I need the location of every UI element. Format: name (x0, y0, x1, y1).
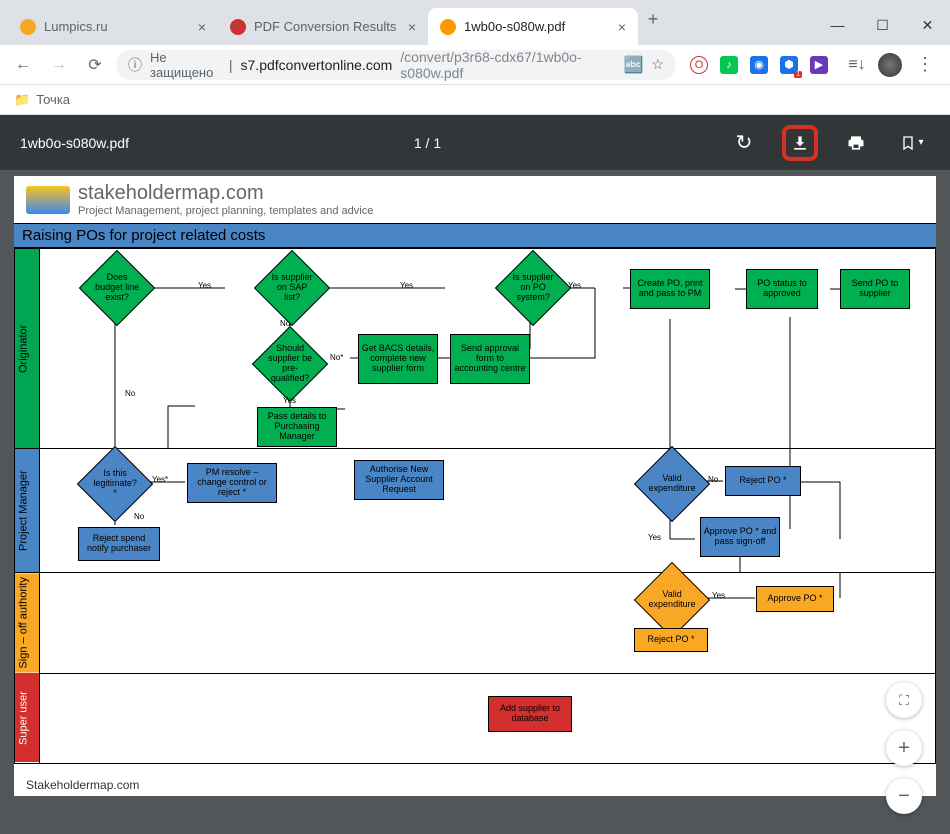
lane-signoff: Sign – off authority (15, 573, 40, 674)
node-create-po: Create PO, print and pass to PM (630, 269, 710, 309)
stakeholder-logo (26, 186, 70, 214)
tab-title: PDF Conversion Results (254, 19, 400, 34)
print-icon (846, 133, 866, 153)
lane-originator-body: Does budget line exist? Yes No Is suppli… (40, 249, 936, 449)
bookmark-item[interactable]: Точка (36, 92, 70, 107)
lane-signoff-body: Valid expenditure Yes Approve PO * Rejec… (40, 573, 936, 674)
node-po-status: PO status to approved (746, 269, 818, 309)
profile-avatar[interactable] (878, 53, 902, 77)
node-reject-po-pm: Reject PO * (725, 466, 801, 496)
node-send-approval: Send approval form to accounting centre (450, 334, 530, 384)
print-button[interactable] (838, 125, 874, 161)
chart-title: Raising POs for project related costs (14, 223, 936, 248)
tab-title: Lumpics.ru (44, 19, 190, 34)
extensions: O ♪ ◉ ⬢1 ▶ (682, 56, 836, 74)
tab-lumpics[interactable]: Lumpics.ru × (8, 8, 218, 45)
star-icon[interactable]: ☆ (651, 56, 664, 73)
node-approve-po-pm: Approve PO * and pass sign-off (700, 517, 780, 557)
bookmark-icon (900, 134, 916, 152)
pdf-filename: 1wb0o-s080w.pdf (20, 135, 129, 151)
node-sap-list: Is supplier on SAP list? (254, 250, 330, 326)
close-icon[interactable]: × (408, 19, 416, 35)
opera-icon[interactable]: O (690, 56, 708, 74)
info-icon: ⓘ (128, 55, 142, 75)
address-bar[interactable]: ⓘ Не защищено | s7.pdfconvertonline.com /… (116, 50, 676, 80)
zoom-controls: ⛶ + − (886, 682, 922, 814)
node-reject-po-so: Reject PO * (634, 628, 708, 652)
reading-list-icon[interactable]: ≡↓ (842, 50, 872, 80)
pdf-page: stakeholdermap.com Project Management, p… (14, 176, 936, 796)
download-icon (790, 133, 810, 153)
pdf-favicon: PDF (230, 19, 246, 35)
ext-icon-purple[interactable]: ▶ (810, 56, 828, 74)
node-add-supplier: Add supplier to database (488, 696, 572, 732)
lumpics-favicon (20, 19, 36, 35)
zoom-in-button[interactable]: + (886, 730, 922, 766)
separator: | (229, 57, 233, 73)
new-tab-button[interactable]: + (638, 9, 668, 30)
rotate-button[interactable]: ↻ (726, 125, 762, 161)
close-icon[interactable]: × (618, 19, 626, 35)
ext-icon-badge[interactable]: ⬢1 (780, 56, 798, 74)
node-pm-resolve: PM resolve – change control or reject * (187, 463, 277, 503)
file-favicon (440, 19, 456, 35)
zoom-out-button[interactable]: − (886, 778, 922, 814)
security-label: Не защищено (150, 50, 221, 80)
node-approve-po-so: Approve PO * (756, 586, 834, 612)
lane-pm: Project Manager (15, 449, 40, 573)
ext-icon-green[interactable]: ♪ (720, 56, 738, 74)
lane-originator: Originator (15, 249, 40, 449)
reload-button[interactable]: ⟳ (80, 50, 110, 80)
lane-pm-body: Is this legitimate? * Yes* No PM resolve… (40, 449, 936, 573)
download-button[interactable] (782, 125, 818, 161)
lane-super: Super user (15, 673, 40, 763)
lane-super-body: Add supplier to database (40, 673, 936, 763)
pdf-viewport[interactable]: stakeholdermap.com Project Management, p… (0, 170, 950, 834)
node-budget-exist: Does budget line exist? (79, 250, 155, 326)
node-valid-so: Valid expenditure (634, 562, 710, 638)
node-valid-pm: Valid expenditure (634, 446, 710, 522)
node-pass-purchasing: Pass details to Purchasing Manager (257, 407, 337, 447)
tab-pdf-conversion[interactable]: PDF PDF Conversion Results × (218, 8, 428, 45)
ext-icon-blue[interactable]: ◉ (750, 56, 768, 74)
swimlane-diagram: Originator Does budget line exist? Yes (14, 248, 936, 764)
minimize-button[interactable]: — (815, 10, 860, 40)
url-path: /convert/p3r68-cdx67/1wb0o-s080w.pdf (400, 49, 607, 81)
window-controls: — ☐ ✕ (815, 0, 950, 40)
menu-button[interactable]: ⋮ (908, 54, 942, 75)
doc-footer: Stakeholdermap.com (26, 778, 139, 792)
fit-button[interactable]: ⛶ (886, 682, 922, 718)
bookmark-button[interactable]: ▾ (894, 125, 930, 161)
close-button[interactable]: ✕ (905, 10, 950, 40)
browser-titlebar: Lumpics.ru × PDF PDF Conversion Results … (0, 0, 950, 45)
doc-tagline: Project Management, project planning, te… (78, 205, 373, 217)
translate-icon[interactable]: 🔤 (624, 55, 644, 75)
close-icon[interactable]: × (198, 19, 206, 35)
tab-title: 1wb0o-s080w.pdf (464, 19, 610, 34)
doc-brand: stakeholdermap.com (78, 182, 373, 205)
node-reject-spend: Reject spend notify purchaser (78, 527, 160, 561)
bookmarks-bar: 📁 Точка (0, 85, 950, 115)
node-po-system: Is supplier on PO system? (495, 250, 571, 326)
node-bacs: Get BACS details, complete new supplier … (358, 334, 438, 384)
node-prequal: Should supplier be pre-qualified? (252, 326, 328, 402)
node-auth-new: Authorise New Supplier Account Request (354, 460, 444, 500)
node-send-po: Send PO to supplier (840, 269, 910, 309)
url-host: s7.pdfconvertonline.com (241, 57, 393, 73)
node-legitimate: Is this legitimate? * (77, 446, 153, 522)
address-bar-row: ← → ⟳ ⓘ Не защищено | s7.pdfconvertonlin… (0, 45, 950, 85)
folder-icon: 📁 (14, 92, 30, 108)
maximize-button[interactable]: ☐ (860, 10, 905, 40)
pdf-page-indicator: 1 / 1 (129, 135, 726, 151)
tab-pdf-file[interactable]: 1wb0o-s080w.pdf × (428, 8, 638, 45)
doc-header: stakeholdermap.com Project Management, p… (14, 176, 936, 223)
pdf-toolbar: 1wb0o-s080w.pdf 1 / 1 ↻ ▾ (0, 115, 950, 170)
back-button[interactable]: ← (8, 50, 38, 80)
forward-button[interactable]: → (44, 50, 74, 80)
